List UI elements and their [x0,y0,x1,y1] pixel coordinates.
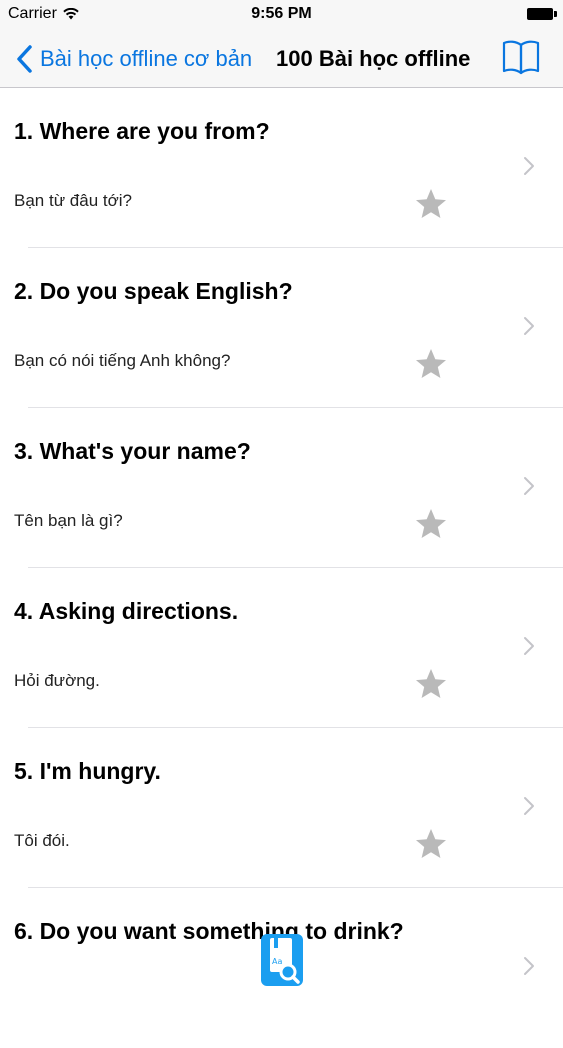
lesson-title: 5. I'm hungry. [14,758,161,784]
list-item[interactable]: 5. I'm hungry. Tôi đói. [0,728,563,888]
status-bar: Carrier 9:56 PM [0,0,563,30]
lesson-list: 1. Where are you from? Bạn từ đâu tới? 2… [0,88,563,1048]
book-icon[interactable] [501,38,541,76]
lesson-subtitle: Hỏi đường. [14,671,100,690]
chevron-right-icon [524,957,534,975]
lesson-subtitle: Tên bạn là gì? [14,511,123,530]
star-icon[interactable] [414,827,448,861]
lesson-subtitle: Bạn có nói tiếng Anh không? [14,351,231,370]
lesson-title: 3. What's your name? [14,438,251,464]
status-time: 9:56 PM [251,5,312,22]
dictionary-search-icon[interactable]: Aa [261,934,303,986]
list-item[interactable]: 1. Where are you from? Bạn từ đâu tới? [0,88,563,248]
list-item[interactable]: 2. Do you speak English? Bạn có nói tiến… [0,248,563,408]
back-button[interactable]: Bài học offline cơ bản [14,30,252,87]
lesson-subtitle: Tôi đói. [14,831,70,850]
list-item[interactable]: 3. What's your name? Tên bạn là gì? [0,408,563,568]
chevron-right-icon [524,157,534,175]
list-item[interactable]: 4. Asking directions. Hỏi đường. [0,568,563,728]
chevron-left-icon [17,44,32,73]
svg-text:Aa: Aa [272,957,282,966]
battery-icon [527,8,557,20]
star-icon[interactable] [414,667,448,701]
back-button-label: Bài học offline cơ bản [40,45,253,71]
lesson-title: 1. Where are you from? [14,118,270,144]
lesson-title: 2. Do you speak English? [14,278,293,304]
chevron-right-icon [524,477,534,495]
chevron-right-icon [524,637,534,655]
star-icon[interactable] [414,507,448,541]
chevron-right-icon [524,797,534,815]
page-title: 100 Bài học offline [276,45,471,71]
lesson-title: 4. Asking directions. [14,598,239,624]
lesson-title: 6. Do you want something to drink? [14,918,404,944]
chevron-right-icon [524,317,534,335]
star-icon[interactable] [414,187,448,221]
navigation-bar: Bài học offline cơ bản 100 Bài học offli… [0,30,563,88]
lesson-subtitle: Bạn từ đâu tới? [14,191,132,210]
star-icon[interactable] [414,347,448,381]
